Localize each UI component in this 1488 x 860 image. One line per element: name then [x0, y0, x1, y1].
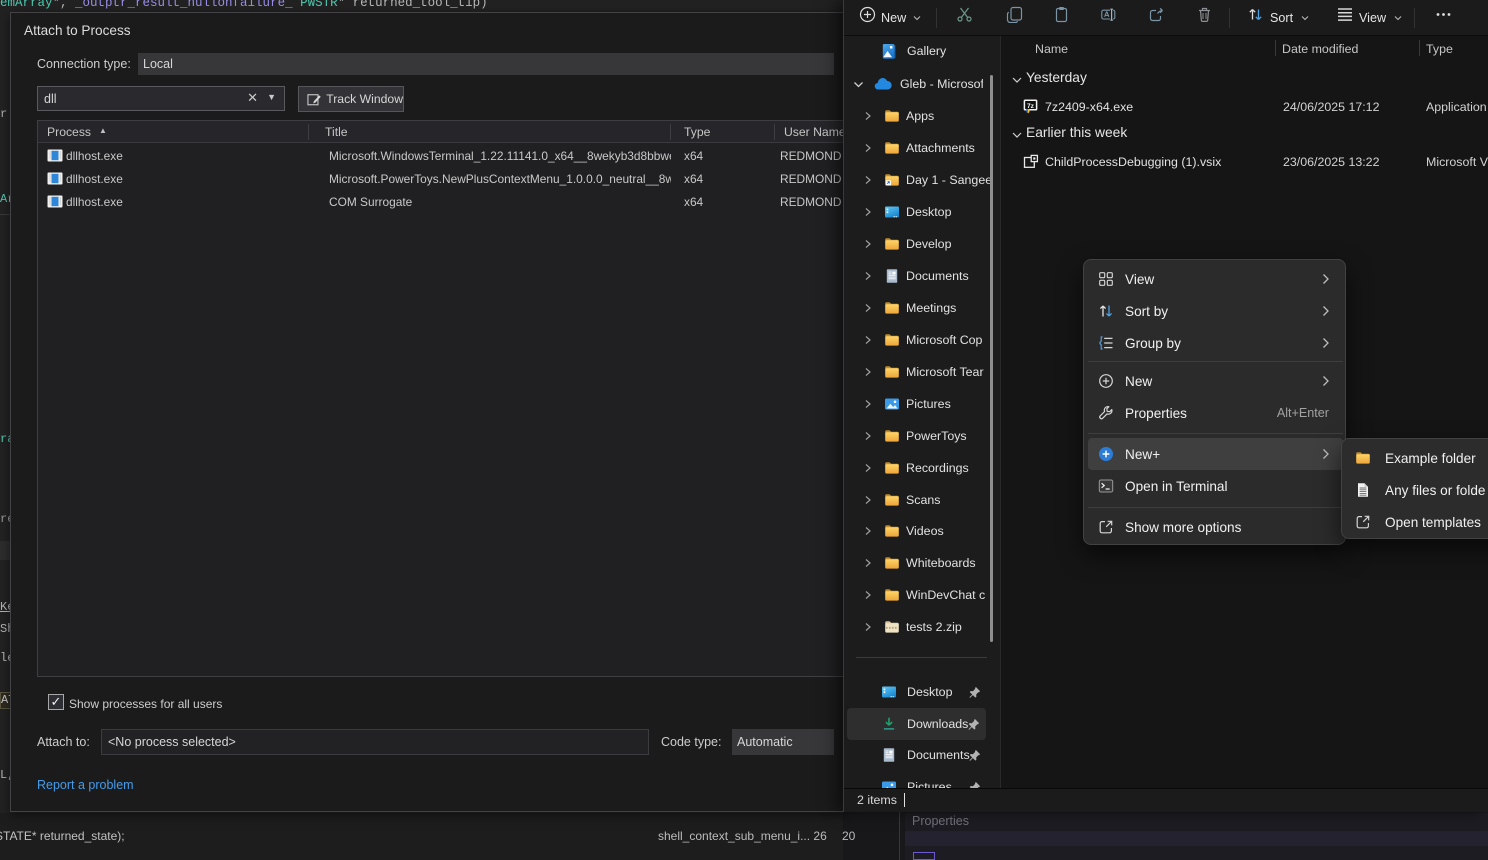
svg-text:7z: 7z — [1027, 103, 1035, 110]
